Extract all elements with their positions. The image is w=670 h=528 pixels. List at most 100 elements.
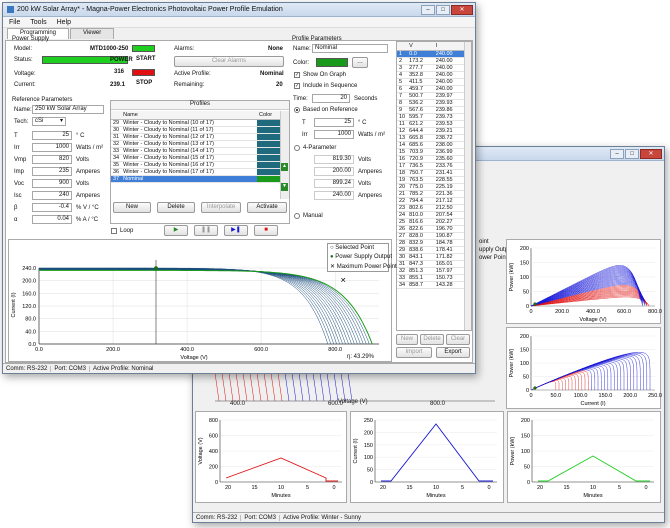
iv-plot[interactable]: 240.0 200.0 160.0 120.0 80.0 40.0 0.0 0.0 200.0 4… [8, 239, 397, 362]
stop-label[interactable]: STOP [136, 80, 152, 86]
vi-delete-button[interactable]: Delete [420, 334, 444, 345]
profile-row-color[interactable] [257, 161, 281, 169]
profile-row[interactable]: 30 Winter - Cloudy to Nominal (11 of 17) [111, 126, 281, 134]
minimize-button[interactable]: – [421, 4, 435, 15]
vi-row[interactable]: 3 277.7 240.00 [397, 64, 465, 72]
move-down-icon[interactable]: ▼ [281, 183, 288, 191]
pp-name-input[interactable]: Nominal [312, 44, 388, 53]
vi-export-button[interactable]: Export [436, 347, 470, 358]
close-button[interactable]: ✕ [640, 148, 662, 159]
vi-row[interactable]: 19 763.5 228.55 [397, 176, 465, 184]
profile-row-color[interactable] [257, 119, 281, 127]
four-param-radio[interactable] [294, 145, 300, 151]
show-on-graph-checkbox[interactable]: ✓ [294, 72, 300, 78]
vi-row[interactable]: 29 838.6 178.41 [397, 246, 465, 254]
close-button[interactable]: ✕ [451, 4, 473, 15]
vi-row[interactable]: 9 567.6 239.86 [397, 106, 465, 114]
vi-row[interactable]: 7 500.7 239.97 [397, 92, 465, 100]
ref-isc-input[interactable]: 240 [32, 191, 72, 200]
based-on-ref-radio[interactable] [294, 107, 300, 113]
ref-voc-input[interactable]: 900 [32, 179, 72, 188]
viewer-time-power-plot[interactable]: 200 150 100 50 0 20 15 10 5 0 Power (kW) Minutes [507, 411, 661, 503]
profile-row[interactable]: 34 Winter - Cloudy to Nominal (15 of 17) [111, 154, 281, 162]
vi-row[interactable]: 26 822.6 196.70 [397, 225, 465, 233]
vi-clear-button[interactable]: Clear [446, 334, 470, 345]
profile-row[interactable]: 35 Winter - Cloudy to Nominal (16 of 17) [111, 161, 281, 169]
profile-row[interactable]: 31 Winter - Cloudy to Nominal (12 of 17) [111, 133, 281, 141]
pause-button[interactable]: ❚❚ [194, 225, 218, 236]
move-up-icon[interactable]: ▲ [281, 163, 288, 171]
maximize-button[interactable]: □ [436, 4, 450, 15]
profile-row[interactable]: 33 Winter - Cloudy to Nominal (14 of 17) [111, 147, 281, 155]
viewer-pv-plot[interactable]: 200 150 100 50 0 0 200.0 400.0 600.0 800.0 Power (… [506, 239, 662, 324]
ref-irr-input[interactable]: 1000 [32, 143, 72, 152]
play-button[interactable]: ▶ [164, 225, 188, 236]
vi-new-button[interactable]: New [396, 334, 418, 345]
skip-button[interactable]: ▶❚ [224, 225, 248, 236]
vi-row[interactable]: 14 685.6 238.00 [397, 141, 465, 149]
vi-row[interactable]: 13 665.8 238.72 [397, 134, 465, 142]
ref-beta-input[interactable]: -0.4 [32, 203, 72, 212]
ref-t-input[interactable]: 25 [32, 131, 72, 140]
loop-checkbox[interactable] [111, 228, 117, 234]
menu-tools[interactable]: Tools [30, 19, 46, 26]
pp-irr-input[interactable]: 1000 [314, 130, 354, 139]
vi-row[interactable]: 10 595.7 239.73 [397, 113, 465, 121]
vi-row[interactable]: 6 459.7 240.00 [397, 85, 465, 93]
vi-row[interactable]: 17 736.5 233.76 [397, 162, 465, 170]
profile-row[interactable]: 32 Winter - Cloudy to Nominal (13 of 17) [111, 140, 281, 148]
profile-interpolate-button[interactable]: Interpolate [201, 202, 241, 213]
include-seq-checkbox[interactable]: ✓ [294, 83, 300, 89]
vi-row[interactable]: 15 703.9 236.99 [397, 148, 465, 156]
vi-row[interactable]: 1 0.0 240.00 [397, 50, 465, 58]
ref-imp-input[interactable]: 235 [32, 167, 72, 176]
vi-row[interactable]: 4 352.8 240.00 [397, 71, 465, 79]
profile-new-button[interactable]: New [113, 202, 151, 213]
viewer-time-current-plot[interactable]: 250 200 150 100 50 0 20 15 10 5 0 Current (I) Minute… [350, 411, 504, 503]
vi-row[interactable]: 11 621.2 239.53 [397, 120, 465, 128]
profile-row-color[interactable] [257, 154, 281, 162]
ref-vmp-input[interactable]: 820 [32, 155, 72, 164]
profile-row-color[interactable] [257, 140, 281, 148]
vi-row[interactable]: 21 785.2 221.36 [397, 190, 465, 198]
vi-row[interactable]: 34 858.7 143.28 [397, 281, 465, 289]
vi-row[interactable]: 31 847.3 165.01 [397, 260, 465, 268]
profile-row[interactable]: 37 Nominal [111, 175, 281, 183]
vi-row[interactable]: 16 720.9 235.60 [397, 155, 465, 163]
profile-row[interactable]: 36 Winter - Cloudy to Nominal (17 of 17) [111, 168, 281, 176]
minimize-button[interactable]: – [610, 148, 624, 159]
vi-row[interactable]: 18 750.7 231.41 [397, 169, 465, 177]
vi-row[interactable]: 8 536.2 239.93 [397, 99, 465, 107]
profile-row-color[interactable] [257, 126, 281, 134]
profile-row[interactable]: 29 Winter - Cloudy to Nominal (10 of 17) [111, 119, 281, 127]
vi-row[interactable]: 12 644.4 239.21 [397, 127, 465, 135]
profile-row-color[interactable] [257, 175, 281, 183]
vi-row[interactable]: 33 855.1 150.73 [397, 274, 465, 282]
start-label[interactable]: START [136, 56, 156, 62]
pp-t-input[interactable]: 25 [314, 118, 354, 127]
vi-row[interactable]: 30 843.1 171.82 [397, 253, 465, 261]
vi-row[interactable]: 5 411.5 240.00 [397, 78, 465, 86]
tab-viewer[interactable]: Viewer [70, 28, 115, 39]
viewer-time-voltage-plot[interactable]: 800 600 400 200 0 20 15 10 5 0 Voltage (V) Minutes [195, 411, 347, 503]
menu-file[interactable]: File [9, 19, 20, 26]
vi-row[interactable]: 32 851.3 157.97 [397, 267, 465, 275]
profile-row-color[interactable] [257, 147, 281, 155]
maximize-button[interactable]: □ [625, 148, 639, 159]
viewer-pi-plot[interactable]: 200 150 100 50 0 0 50.0 100.0 150.0 200.0 250.0 Pow… [506, 327, 662, 409]
ref-alpha-input[interactable]: 0.04 [32, 215, 72, 224]
vi-row[interactable]: 22 794.4 217.12 [397, 197, 465, 205]
pp-time-input[interactable]: 20 [312, 94, 350, 103]
vi-row[interactable]: 27 828.0 190.87 [397, 232, 465, 240]
vi-import-button[interactable]: Import [396, 347, 432, 358]
ref-name-input[interactable]: 250 kW Solar Array [32, 105, 104, 114]
stop-button[interactable]: ■ [254, 225, 278, 236]
vi-row[interactable]: 24 810.0 207.54 [397, 211, 465, 219]
vi-row[interactable]: 28 832.9 184.78 [397, 239, 465, 247]
profile-row-color[interactable] [257, 133, 281, 141]
profile-delete-button[interactable]: Delete [157, 202, 195, 213]
vi-row[interactable]: 2 173.2 240.00 [397, 57, 465, 65]
vi-scrollbar[interactable] [464, 42, 471, 330]
profile-row-color[interactable] [257, 168, 281, 176]
tech-select[interactable]: cSi ▾ [32, 117, 66, 126]
